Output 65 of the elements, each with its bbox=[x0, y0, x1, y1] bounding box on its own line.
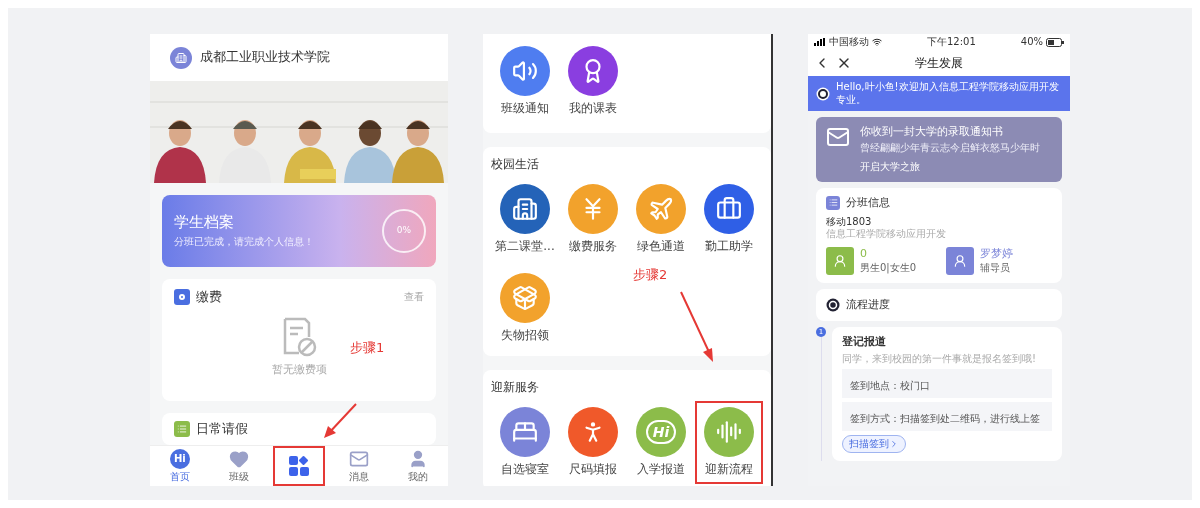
leave-icon bbox=[174, 421, 190, 438]
school-logo-icon bbox=[170, 46, 192, 69]
step-annotation: 步骤2 bbox=[633, 266, 668, 284]
status-time: 下午12:01 bbox=[926, 35, 976, 49]
tab-item[interactable]: Hi 首页 bbox=[153, 446, 206, 486]
service-item[interactable]: 绿色通道 bbox=[627, 178, 695, 261]
annotation-arrow bbox=[322, 402, 358, 438]
signal-icon bbox=[814, 38, 826, 46]
envelope-icon bbox=[826, 125, 850, 149]
service-item[interactable]: 失物招领 bbox=[491, 267, 559, 350]
progress-title: 流程进度 bbox=[846, 297, 890, 312]
hi-icon: Hi bbox=[169, 448, 190, 469]
leave-title: 日常请假 bbox=[196, 421, 248, 438]
service-item[interactable]: 自选寝室 bbox=[491, 401, 559, 484]
chat-bubble-icon: Hi bbox=[636, 407, 686, 457]
chevron-icon bbox=[889, 439, 899, 449]
tab-item[interactable] bbox=[273, 446, 325, 486]
service-item[interactable]: 迎新流程 bbox=[695, 401, 763, 484]
fee-title: 缴费 bbox=[196, 289, 222, 306]
welcome-banner: Hello,叶小鱼!欢迎加入信息工程学院移动应用开发专业。 bbox=[808, 76, 1070, 111]
service-item[interactable]: Hi 入学报道 bbox=[627, 401, 695, 484]
service-item[interactable]: 班级通知 bbox=[491, 40, 559, 123]
profile-subtitle: 分班已完成，请完成个人信息！ bbox=[174, 236, 314, 249]
service-item[interactable]: 缴费服务 bbox=[559, 178, 627, 261]
fee-icon bbox=[174, 289, 190, 306]
heart-icon bbox=[229, 448, 250, 469]
battery-percent: 40% bbox=[1020, 35, 1043, 49]
section-title: 迎新服务 bbox=[491, 380, 540, 395]
stat-label: 辅导员 bbox=[980, 261, 1012, 275]
info-row: 签到地点：校门口 bbox=[842, 369, 1052, 398]
service-item[interactable]: 尺码填报 bbox=[559, 401, 627, 484]
scan-sign-in-button[interactable]: 扫描签到 bbox=[842, 435, 906, 453]
annotation-arrow bbox=[679, 290, 715, 362]
carrier-name: 中国移动 bbox=[829, 35, 869, 49]
school-name: 成都工业职业技术学院 bbox=[200, 49, 330, 66]
service-item[interactable]: 第二课堂... bbox=[491, 178, 559, 261]
wifi-icon bbox=[872, 37, 882, 47]
service-item[interactable]: 我的课表 bbox=[559, 40, 627, 123]
service-item[interactable]: 勤工助学 bbox=[695, 178, 763, 261]
stat-value: 0 bbox=[860, 247, 868, 261]
grid-icon bbox=[288, 455, 310, 477]
battery-icon bbox=[1046, 37, 1064, 47]
info-row: 签到方式：扫描签到处二维码，进行线上签 bbox=[842, 402, 1052, 431]
step-title: 登记报道 bbox=[842, 334, 887, 349]
progress-ring: 0% bbox=[382, 209, 426, 253]
page-title: 学生发展 bbox=[915, 54, 963, 72]
stat-label: 男生0|女生0 bbox=[860, 261, 917, 275]
tab-item[interactable]: 班级 bbox=[213, 446, 266, 486]
tab-item[interactable]: 消息 bbox=[332, 446, 385, 486]
letter-title: 你收到一封大学的录取通知书 bbox=[860, 125, 1004, 139]
class-info-title: 分班信息 bbox=[846, 195, 890, 210]
brand-logo-icon bbox=[816, 86, 830, 101]
leave-card[interactable]: 日常请假 bbox=[162, 413, 436, 445]
section-title: 校园生活 bbox=[491, 157, 540, 172]
brand-logo-icon bbox=[826, 297, 840, 312]
class-name: 移动1803 bbox=[826, 215, 873, 229]
step-annotation: 步骤1 bbox=[350, 339, 385, 357]
empty-document-icon bbox=[281, 317, 317, 358]
letter-subtitle: 曾经翩翩少年青云志今启鲜衣怒马少年时 bbox=[860, 141, 1040, 155]
empty-text: 暂无缴费项 bbox=[271, 363, 327, 377]
department-name: 信息工程学院移动应用开发 bbox=[826, 228, 947, 241]
tab-item[interactable]: 我的 bbox=[392, 446, 445, 486]
list-icon bbox=[826, 195, 840, 210]
stat-value: 罗梦婷 bbox=[980, 247, 1014, 261]
profile-title: 学生档案 bbox=[174, 213, 235, 233]
